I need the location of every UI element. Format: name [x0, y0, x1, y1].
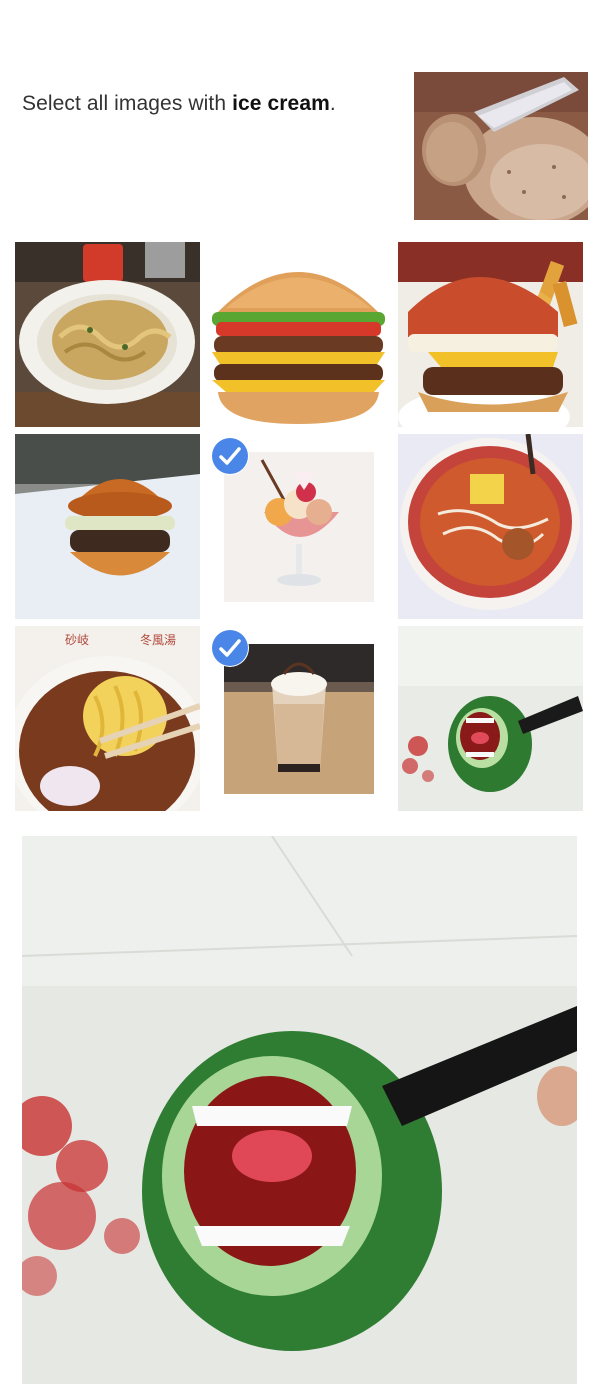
grid-tile-3[interactable] — [398, 242, 583, 427]
prompt-suffix: . — [329, 92, 336, 115]
enlarged-image-art — [22, 836, 577, 1384]
tile-image-double-cheeseburger — [206, 242, 391, 427]
svg-text:冬風湯: 冬風湯 — [140, 632, 176, 647]
tile-image-burger — [15, 434, 200, 619]
selected-check-badge — [212, 630, 248, 666]
grid-tile-4[interactable] — [15, 434, 200, 619]
challenge-prompt: Select all images with ice cream. — [22, 92, 402, 116]
grid-tile-6[interactable] — [398, 434, 583, 619]
selected-check-badge — [212, 438, 248, 474]
tile-image-watermelon-monster — [398, 626, 583, 811]
prompt-target: ice cream — [232, 92, 330, 115]
tile-image-burger-with-fries — [398, 242, 583, 427]
tile-image-ramen-bowl — [398, 434, 583, 619]
example-image-ice-cream — [414, 72, 588, 220]
checkmark-icon — [219, 447, 241, 465]
grid-tile-5[interactable] — [206, 434, 391, 619]
tile-image-ice-cream-sundae — [224, 452, 374, 602]
grid-tile-7[interactable]: 砂岐 冬風湯 — [15, 626, 200, 811]
svg-text:砂岐: 砂岐 — [65, 633, 89, 647]
grid-tile-8[interactable] — [206, 626, 391, 811]
grid-tile-9[interactable] — [398, 626, 583, 811]
grid-tile-1[interactable] — [15, 242, 200, 427]
tile-image-spaghetti — [15, 242, 200, 427]
checkmark-icon — [219, 639, 241, 657]
prompt-prefix: Select all images with — [22, 92, 233, 115]
tile-image-ramen-noodles: 砂岐 冬風湯 — [15, 626, 200, 811]
enlarged-image-watermelon-monster[interactable] — [22, 836, 577, 1384]
grid-tile-2[interactable] — [206, 242, 391, 427]
tile-image-milkshake — [224, 644, 374, 794]
